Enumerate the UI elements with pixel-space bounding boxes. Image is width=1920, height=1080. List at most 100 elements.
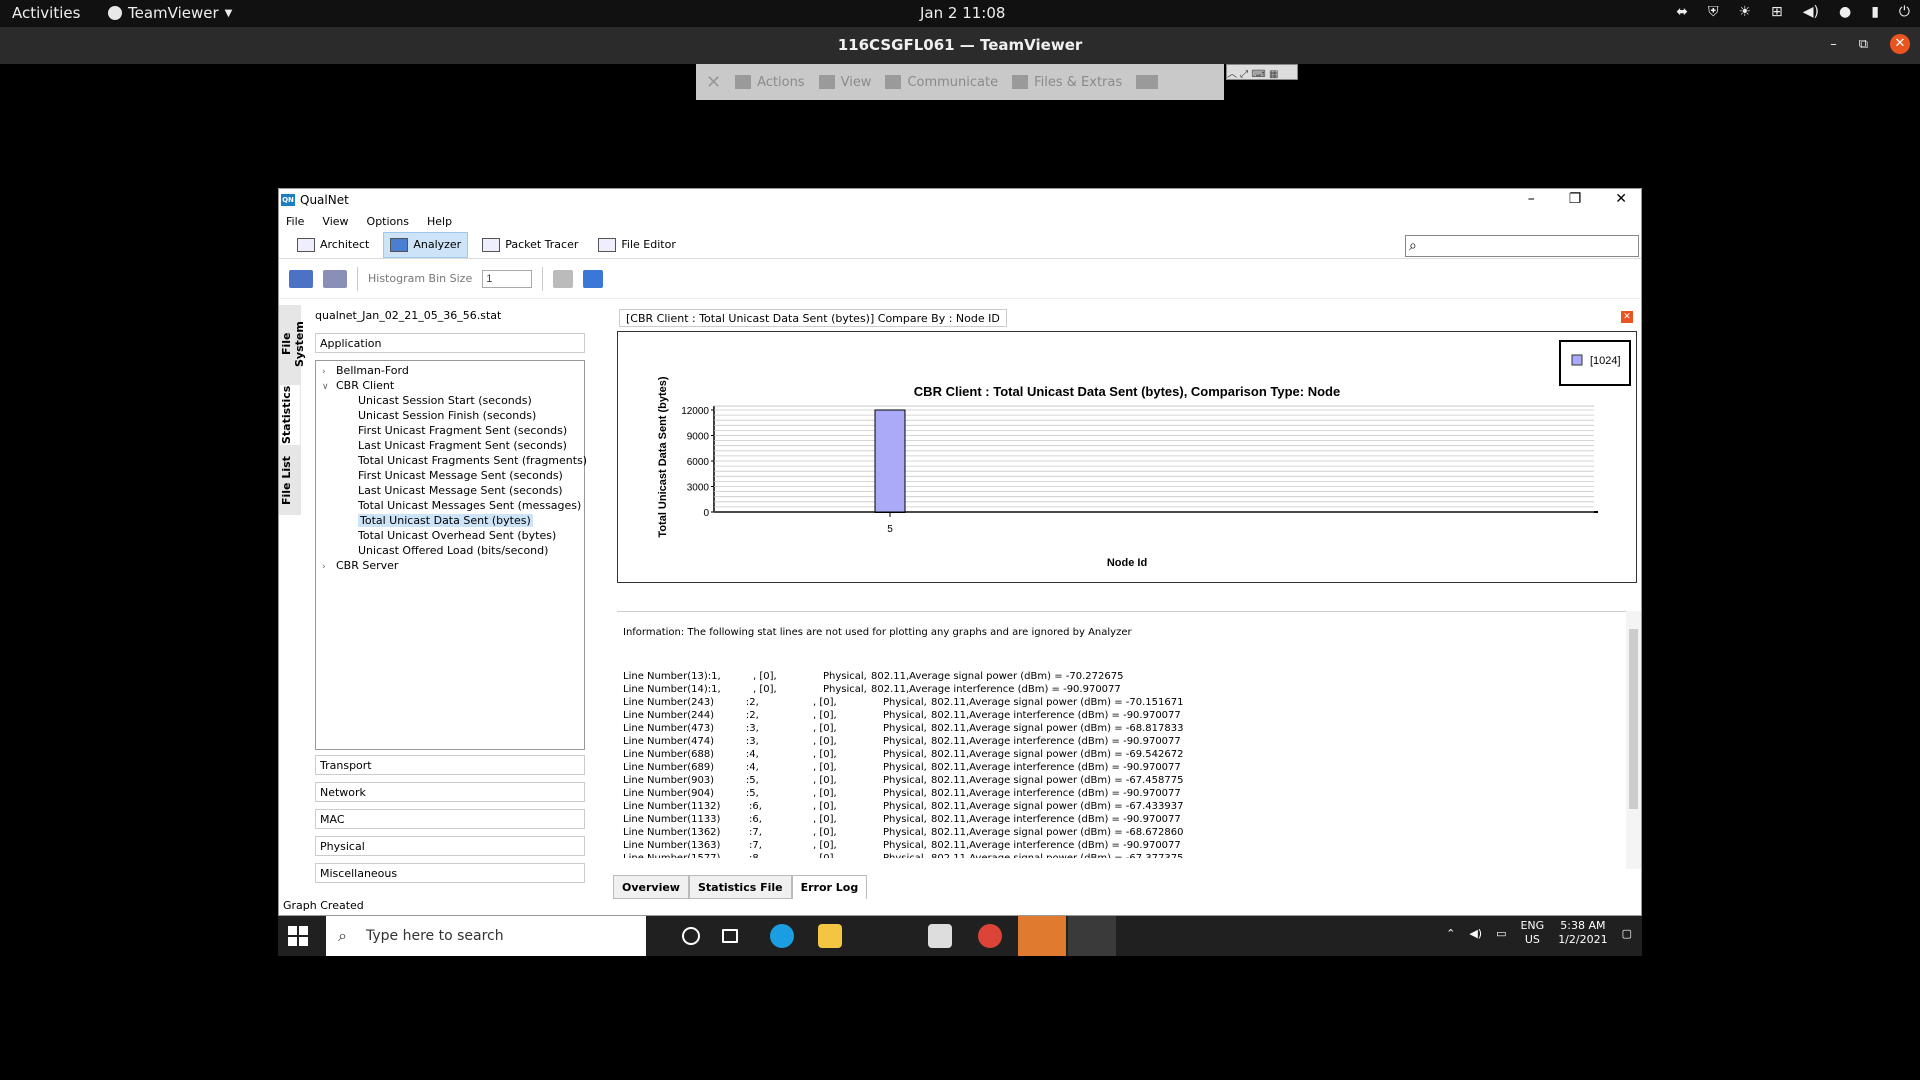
toolbar-actions[interactable]: Actions	[735, 75, 805, 90]
qualnet-taskbar-icon[interactable]	[1068, 916, 1116, 956]
tree-item[interactable]: ∨ CBR Client	[316, 378, 584, 393]
section-miscellaneous[interactable]: Miscellaneous	[315, 863, 585, 883]
tab-architect[interactable]: Architect	[291, 232, 375, 258]
histogram-bin-input[interactable]	[482, 269, 533, 288]
restore-icon[interactable]: ⧉	[1859, 37, 1868, 52]
tree-item-label: CBR Client	[336, 379, 395, 392]
brightness-icon[interactable]: ☀	[1738, 4, 1751, 20]
section-network[interactable]: Network	[315, 782, 585, 802]
section-physical[interactable]: Physical	[315, 836, 585, 856]
shield-icon[interactable]: ⛨	[1708, 4, 1719, 20]
activities-button[interactable]: Activities	[12, 4, 80, 22]
close-icon[interactable]: ✕	[1890, 34, 1910, 54]
minimize-icon[interactable]: –	[1528, 191, 1535, 207]
window-title: 116CSGFL061 — TeamViewer	[837, 36, 1083, 54]
close-file-icon[interactable]	[323, 269, 347, 288]
network-icon[interactable]: ▭	[1496, 927, 1506, 940]
vertical-scrollbar[interactable]	[1626, 611, 1641, 869]
menu-file[interactable]: File	[286, 215, 304, 228]
menu-help[interactable]: Help	[427, 215, 452, 228]
tree-item[interactable]: › CBR Server	[316, 558, 584, 573]
open-folder-icon[interactable]	[289, 269, 313, 288]
tab-analyzer[interactable]: Analyzer	[383, 231, 469, 258]
tree-item[interactable]: Total Unicast Data Sent (bytes)	[316, 513, 584, 528]
log-cell: 802.11,Average interference (dBm) = -90.…	[871, 684, 1121, 695]
menu-view[interactable]: View	[322, 215, 348, 228]
tab-overview[interactable]: Overview	[613, 875, 689, 899]
taskbar-search[interactable]: ⌕ Type here to search	[326, 916, 646, 956]
tree-item[interactable]: Last Unicast Fragment Sent (seconds)	[316, 438, 584, 453]
screens-icon[interactable]	[1136, 75, 1159, 89]
tree-item[interactable]: Unicast Offered Load (bits/second)	[316, 543, 584, 558]
search-icon: ⌕	[338, 926, 347, 945]
system-tray[interactable]: ⬌ ⛨ ☀ ⊞ ◀) ● ▮ ⏻	[1676, 4, 1910, 20]
section-transport[interactable]: Transport	[315, 755, 585, 775]
taskbar-clock[interactable]: 5:38 AM 1/2/2021	[1558, 919, 1607, 947]
notification-icon[interactable]: ▢	[1622, 927, 1632, 940]
tree-item[interactable]: Unicast Session Finish (seconds)	[316, 408, 584, 423]
tree-item[interactable]: First Unicast Fragment Sent (seconds)	[316, 423, 584, 438]
tree-item[interactable]: Total Unicast Messages Sent (messages)	[316, 498, 584, 513]
network-icon[interactable]: ⊞	[1771, 4, 1783, 20]
restore-icon[interactable]: ❐	[1569, 191, 1582, 207]
tree-item[interactable]: › Bellman-Ford	[316, 363, 584, 378]
tab-file-editor[interactable]: File Editor	[592, 232, 681, 258]
scroll-thumb[interactable]	[1629, 629, 1638, 809]
edge-icon[interactable]	[770, 924, 794, 948]
section-mac[interactable]: MAC	[315, 809, 585, 829]
log-cell: Physical,	[883, 827, 927, 838]
close-icon[interactable]: ✕	[1621, 311, 1633, 323]
tab-file-list[interactable]: File List	[280, 453, 300, 509]
app-menu[interactable]: TeamViewer ▼	[108, 4, 232, 22]
legend: [1024]	[1559, 340, 1631, 386]
tree-item[interactable]: Last Unicast Message Sent (seconds)	[316, 483, 584, 498]
log-cell: 802.11,Average signal power (dBm) = -67.…	[931, 801, 1184, 812]
tree-item[interactable]: Total Unicast Fragments Sent (fragments)	[316, 453, 587, 468]
toolbar-communicate[interactable]: Communicate	[885, 75, 998, 90]
chevron-up-icon[interactable]: ⌃	[1446, 927, 1455, 940]
tree-item[interactable]: Total Unicast Overhead Sent (bytes)	[316, 528, 584, 543]
power-icon[interactable]: ⏻	[1899, 4, 1910, 20]
bar[interactable]	[874, 409, 906, 513]
histogram-icon[interactable]	[553, 269, 574, 288]
x-tick-label: 5	[887, 524, 893, 535]
info-message: Information: The following stat lines ar…	[623, 627, 1132, 638]
clock[interactable]: Jan 2 11:08	[920, 4, 1005, 22]
section-application[interactable]: Application	[315, 333, 585, 353]
search-input[interactable]: ⌕	[1405, 235, 1639, 257]
teamviewer-mini-controls[interactable]: ︿ ⤢ ⌨ ▦	[1226, 64, 1298, 80]
compare-chart-icon[interactable]	[583, 269, 604, 288]
task-view-icon[interactable]	[722, 929, 738, 943]
tree-item[interactable]: First Unicast Message Sent (seconds)	[316, 468, 584, 483]
tab-packet-tracer[interactable]: Packet Tracer	[476, 232, 584, 258]
cortana-icon[interactable]	[682, 927, 700, 945]
close-icon[interactable]: ✕	[1615, 191, 1627, 207]
windows-start-icon[interactable]	[288, 926, 308, 946]
tab-statistics-file[interactable]: Statistics File	[688, 875, 792, 899]
teamviewer-tray-icon[interactable]: ⬌	[1676, 4, 1688, 20]
chevron-down-icon[interactable]: ∨	[322, 380, 336, 395]
battery-icon[interactable]: ▮	[1871, 4, 1879, 20]
tab-error-log[interactable]: Error Log	[791, 875, 868, 899]
log-cell: Physical,	[883, 788, 927, 799]
tab-statistics[interactable]: Statistics	[280, 385, 300, 445]
menu-options[interactable]: Options	[367, 215, 409, 228]
language-indicator[interactable]: ENG US	[1520, 919, 1544, 947]
close-session-icon[interactable]: ✕	[706, 72, 721, 93]
mail-icon[interactable]	[928, 924, 952, 948]
file-explorer-icon[interactable]	[818, 924, 842, 948]
tree-item[interactable]: Unicast Session Start (seconds)	[316, 393, 584, 408]
microphone-icon[interactable]: ●	[1839, 4, 1851, 20]
volume-icon[interactable]: ◀)	[1803, 4, 1819, 20]
minimize-icon[interactable]: –	[1830, 37, 1837, 52]
volume-icon[interactable]: ◀)	[1469, 927, 1482, 940]
chart-tab[interactable]: [CBR Client : Total Unicast Data Sent (b…	[619, 309, 1007, 327]
toolbar-files-extras[interactable]: Files & Extras	[1012, 75, 1122, 90]
teamviewer-taskbar-icon[interactable]	[1018, 916, 1066, 956]
tab-file-system[interactable]: File System	[280, 309, 306, 379]
chevron-right-icon[interactable]: ›	[322, 560, 336, 575]
toolbar-view[interactable]: View	[818, 75, 871, 90]
stats-tree: › Bellman-Ford ∨ CBR Client Unicast Session …	[315, 360, 587, 750]
divider	[357, 266, 358, 291]
chrome-icon[interactable]	[978, 924, 1002, 948]
